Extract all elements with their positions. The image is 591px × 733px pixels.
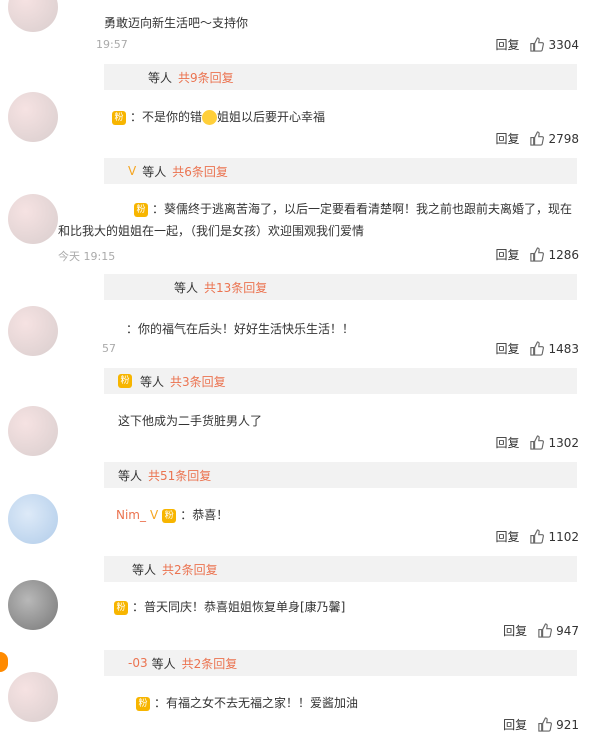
like-count: 1102	[548, 529, 579, 544]
replies-count[interactable]: 共9条回复	[178, 69, 234, 86]
avatar[interactable]	[8, 306, 58, 356]
fan-badge-icon: 粉	[114, 600, 128, 615]
thumb-up-icon	[530, 247, 545, 262]
thumb-up-icon	[530, 131, 545, 146]
comment-text: 粉：葵儒终于逃离苦海了，以后一定要看看清楚啊！我之前也跟前夫离婚了，现在和比我大…	[58, 202, 573, 238]
thumb-up-icon	[530, 435, 545, 450]
comment-time: 19:57	[96, 38, 128, 51]
crying-emoji-icon	[202, 110, 218, 125]
avatar[interactable]	[8, 580, 58, 630]
commenter-name[interactable]: Nim_	[116, 508, 146, 522]
replies-bar[interactable]: V 等人 共6条回复	[104, 158, 577, 184]
comment-text: 粉：普天同庆！恭喜姐姐恢复单身[康乃馨]	[114, 598, 345, 615]
replies-bar[interactable]: 等人 共9条回复	[104, 64, 577, 90]
replies-bar[interactable]: 粉 等人 共3条回复	[104, 368, 577, 394]
replies-bar[interactable]: 等人 共51条回复	[104, 462, 577, 488]
comment-actions: 回复 2798	[495, 130, 579, 147]
avatar[interactable]	[8, 494, 58, 544]
thumb-up-icon	[530, 529, 545, 544]
side-indicator	[0, 652, 8, 672]
like-button[interactable]: 1302	[529, 435, 579, 450]
fan-badge-icon: 粉	[136, 696, 150, 711]
fan-badge-icon: 粉	[162, 508, 177, 523]
reply-button[interactable]: 回复	[495, 130, 519, 147]
replies-count[interactable]: 共6条回复	[172, 163, 228, 180]
comment-actions: 回复 3304	[495, 36, 579, 53]
replies-users: 等人	[151, 656, 176, 671]
replies-users: 等人	[132, 562, 157, 577]
thumb-up-icon	[538, 717, 553, 732]
like-button[interactable]: 921	[537, 717, 579, 732]
like-count: 3304	[548, 37, 579, 52]
like-button[interactable]: 947	[537, 623, 579, 638]
comment-time: 57	[102, 342, 116, 355]
comment-actions: 回复 1302	[495, 434, 579, 451]
comment-text: 勇敢迈向新生活吧～支持你	[104, 16, 249, 30]
replies-count[interactable]: 共2条回复	[182, 655, 238, 672]
replies-bar[interactable]: 等人 共13条回复	[104, 274, 577, 300]
comment-actions: 回复 921	[503, 716, 579, 733]
avatar[interactable]	[8, 92, 58, 142]
replies-users: 等人	[118, 468, 143, 483]
comment-text: 这下他成为二手货脏男人了	[118, 414, 263, 428]
reply-button[interactable]: 回复	[495, 434, 519, 451]
replies-users: 等人	[142, 164, 167, 179]
like-button[interactable]: 1102	[529, 529, 579, 544]
thumb-up-icon	[530, 37, 545, 52]
reply-button[interactable]: 回复	[503, 622, 527, 639]
comment-text: 粉：不是你的错 姐姐以后要开心幸福	[112, 108, 325, 125]
vip-badge-icon: V	[128, 164, 137, 178]
like-count: 947	[556, 623, 579, 638]
thumb-up-icon	[530, 341, 545, 356]
fan-badge-icon: 粉	[118, 374, 132, 388]
like-count: 2798	[548, 131, 579, 146]
replies-count[interactable]: 共2条回复	[162, 561, 218, 578]
comment-time: 今天 19:15	[58, 250, 116, 263]
comment-text: Nim_ V 粉：恭喜！	[116, 508, 229, 523]
replier-name[interactable]: -03	[128, 656, 148, 670]
like-button[interactable]: 3304	[529, 37, 579, 52]
replies-users: 等人	[174, 280, 199, 295]
replies-count[interactable]: 共51条回复	[148, 467, 211, 484]
like-button[interactable]: 1286	[529, 247, 579, 262]
avatar[interactable]	[8, 672, 58, 722]
replies-count[interactable]: 共3条回复	[170, 373, 226, 390]
like-button[interactable]: 1483	[529, 341, 579, 356]
vip-badge-icon: V	[150, 508, 159, 522]
avatar[interactable]	[8, 406, 58, 456]
replies-bar[interactable]: -03 等人 共2条回复	[104, 650, 577, 676]
fan-badge-icon: 粉	[134, 202, 148, 217]
like-count: 1483	[548, 341, 579, 356]
like-count: 921	[556, 717, 579, 732]
like-button[interactable]: 2798	[529, 131, 579, 146]
replies-users: 等人	[148, 70, 173, 85]
reply-button[interactable]: 回复	[495, 528, 519, 545]
like-count: 1286	[548, 247, 579, 262]
replies-users: 等人	[140, 374, 165, 389]
comment-actions: 回复 1286	[495, 246, 579, 263]
comment-actions: 回复 947	[503, 622, 579, 639]
comment-text: ：你的福气在后头！好好生活快乐生活！！	[126, 322, 355, 336]
fan-badge-icon: 粉	[112, 110, 126, 125]
avatar[interactable]	[8, 194, 58, 244]
replies-count[interactable]: 共13条回复	[204, 279, 267, 296]
reply-button[interactable]: 回复	[503, 716, 527, 733]
comment-text: 粉：有福之女不去无福之家！！爱酱加油	[136, 694, 358, 711]
like-count: 1302	[548, 435, 579, 450]
reply-button[interactable]: 回复	[495, 340, 519, 357]
thumb-up-icon	[538, 623, 553, 638]
comment-actions: 回复 1483	[495, 340, 579, 357]
comment-actions: 回复 1102	[495, 528, 579, 545]
replies-bar[interactable]: 等人 共2条回复	[104, 556, 577, 582]
reply-button[interactable]: 回复	[495, 36, 519, 53]
reply-button[interactable]: 回复	[495, 246, 519, 263]
avatar[interactable]	[8, 0, 58, 32]
